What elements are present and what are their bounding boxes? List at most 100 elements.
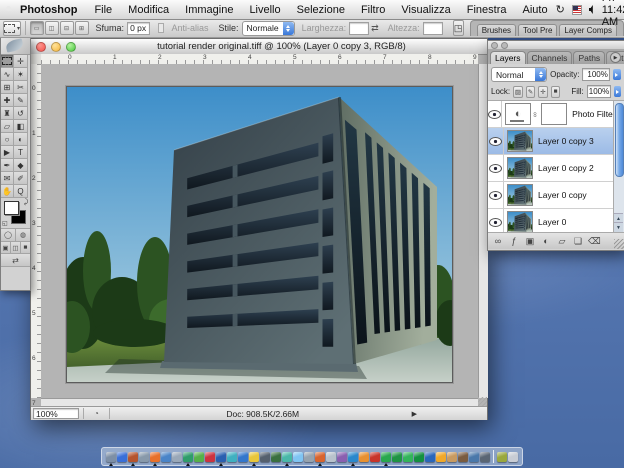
scroll-down-icon[interactable]: ▼	[614, 222, 623, 232]
zoom-tool[interactable]: Q	[14, 185, 28, 198]
link-layers-icon[interactable]: ∞	[492, 236, 504, 246]
layer-name[interactable]: Layer 0 copy	[538, 190, 587, 200]
visibility-cell[interactable]	[488, 128, 504, 154]
zoom-level-field[interactable]: 100%	[33, 408, 79, 419]
new-adjustment-layer-icon[interactable]: ◐	[540, 236, 552, 246]
style-select[interactable]: Normale	[242, 21, 295, 36]
layer-name[interactable]: Layer 0 copy 2	[538, 163, 594, 173]
adjustment-layer-thumbnail[interactable]: ◐	[505, 103, 531, 125]
menu-clock[interactable]: Fri 11:42 AM	[602, 0, 624, 28]
opacity-slider-button[interactable]	[613, 69, 621, 80]
layer-thumbnail[interactable]	[507, 211, 533, 233]
brush-tool[interactable]: ✎	[14, 94, 28, 107]
palette-title-bar[interactable]	[488, 41, 624, 50]
layer-name[interactable]: Layer 0 copy 3	[538, 136, 594, 146]
menu-livello[interactable]: Livello	[241, 4, 288, 16]
dock-icon-26[interactable]	[392, 452, 402, 462]
visibility-cell[interactable]	[488, 182, 504, 208]
layer-row-0[interactable]: ◐∞Photo Filte...	[488, 101, 624, 128]
type-tool[interactable]: T	[14, 146, 28, 159]
crop-tool[interactable]: ⊞	[1, 81, 14, 94]
dock-icon-0[interactable]	[106, 452, 116, 462]
menu-filtro[interactable]: Filtro	[353, 4, 393, 16]
layer-mask-thumbnail[interactable]	[541, 103, 567, 125]
standard-screen-button[interactable]: ▣	[1, 242, 11, 253]
pen-tool[interactable]: ✒	[1, 159, 14, 172]
tab-channels[interactable]: Channels	[527, 51, 573, 64]
visibility-cell[interactable]	[488, 155, 504, 181]
dock-icon-25[interactable]	[381, 452, 391, 462]
dock-icon-9[interactable]	[205, 452, 215, 462]
intersect-selection-button[interactable]: ⊞	[75, 21, 89, 35]
add-selection-button[interactable]: ◫	[45, 21, 59, 35]
subtract-selection-button[interactable]: ⊟	[60, 21, 74, 35]
lock-pixels-icon[interactable]: ✎	[526, 86, 536, 98]
dock-icon-20[interactable]	[326, 452, 336, 462]
menu-selezione[interactable]: Selezione	[289, 4, 353, 16]
layer-thumbnail[interactable]	[507, 130, 533, 152]
antialias-checkbox[interactable]	[158, 23, 164, 33]
dock-icon-24[interactable]	[370, 452, 380, 462]
swap-colors-icon[interactable]: ⤸	[24, 199, 28, 207]
dock-icon-29[interactable]	[425, 452, 435, 462]
dock-icon-10[interactable]	[216, 452, 226, 462]
tool-preset-picker[interactable]: ▾	[3, 21, 21, 36]
eraser-tool[interactable]: ▱	[1, 120, 14, 133]
canvas-area[interactable]	[41, 64, 478, 398]
new-group-icon[interactable]: ▱	[556, 236, 568, 247]
palette-close-button[interactable]	[491, 42, 498, 49]
foreground-color-swatch[interactable]	[4, 201, 19, 215]
history-brush-tool[interactable]: ↺	[14, 107, 28, 120]
layer-name[interactable]: Photo Filte...	[572, 109, 614, 119]
dock-icon-8[interactable]	[194, 452, 204, 462]
add-layer-mask-icon[interactable]: ▣	[524, 236, 536, 247]
eyedropper-tool[interactable]: ✐	[14, 172, 28, 185]
fullscreen-menubar-button[interactable]: ◫	[11, 242, 21, 253]
input-language-flag-icon[interactable]	[572, 5, 582, 15]
quick-mask-mode-button[interactable]: ◍	[16, 229, 30, 241]
palette-resize-grip[interactable]	[614, 239, 624, 249]
width-input[interactable]	[349, 22, 369, 35]
status-preview-icon[interactable]: ◔	[94, 409, 99, 418]
clone-stamp-tool[interactable]: ♜	[1, 107, 14, 120]
dock-icon-23[interactable]	[359, 452, 369, 462]
layer-thumbnail[interactable]	[507, 184, 533, 206]
dock-icon-19[interactable]	[315, 452, 325, 462]
standard-mode-button[interactable]: ◯	[1, 229, 16, 241]
layer-row-1[interactable]: Layer 0 copy 3	[488, 128, 624, 155]
dock-icon-18[interactable]	[304, 452, 314, 462]
healing-brush-tool[interactable]: ✚	[1, 94, 14, 107]
visibility-cell[interactable]	[488, 209, 504, 233]
move-tool[interactable]: ✛	[14, 55, 28, 68]
dock-icon-13[interactable]	[249, 452, 259, 462]
layer-row-3[interactable]: Layer 0 copy	[488, 182, 624, 209]
dock-icon-32[interactable]	[458, 452, 468, 462]
fill-field[interactable]: 100%	[587, 85, 611, 98]
path-selection-tool[interactable]: ▶	[1, 146, 14, 159]
dock-icon-6[interactable]	[172, 452, 182, 462]
menu-modifica[interactable]: Modifica	[120, 4, 177, 16]
new-selection-button[interactable]: ▭	[30, 21, 44, 35]
app-menu[interactable]: Photoshop	[18, 4, 86, 16]
dock-icon-4[interactable]	[150, 452, 160, 462]
notes-tool[interactable]: ✉	[1, 172, 14, 185]
menu-aiuto[interactable]: Aiuto	[514, 4, 555, 16]
magic-wand-tool[interactable]: ✶	[14, 68, 28, 81]
custom-shape-tool[interactable]: ◆	[14, 159, 28, 172]
layer-row-2[interactable]: Layer 0 copy 2	[488, 155, 624, 182]
height-input[interactable]	[423, 22, 443, 35]
lasso-tool[interactable]: ∿	[1, 68, 14, 81]
resize-grip[interactable]	[478, 397, 487, 406]
dock-icon-30[interactable]	[436, 452, 446, 462]
dock-icon-7[interactable]	[183, 452, 193, 462]
dock-icon-14[interactable]	[260, 452, 270, 462]
dock-icon-34[interactable]	[480, 452, 490, 462]
dock-icon-2[interactable]	[128, 452, 138, 462]
layers-scrollbar[interactable]: ▲ ▼	[613, 101, 624, 232]
eye-icon[interactable]	[489, 137, 502, 146]
zoom-window-button[interactable]	[66, 42, 76, 52]
scrollbar-thumb[interactable]	[615, 103, 624, 177]
swap-dimensions-icon[interactable]: ⇄	[371, 23, 379, 34]
dock-icon-31[interactable]	[447, 452, 457, 462]
dock-icon-17[interactable]	[293, 452, 303, 462]
